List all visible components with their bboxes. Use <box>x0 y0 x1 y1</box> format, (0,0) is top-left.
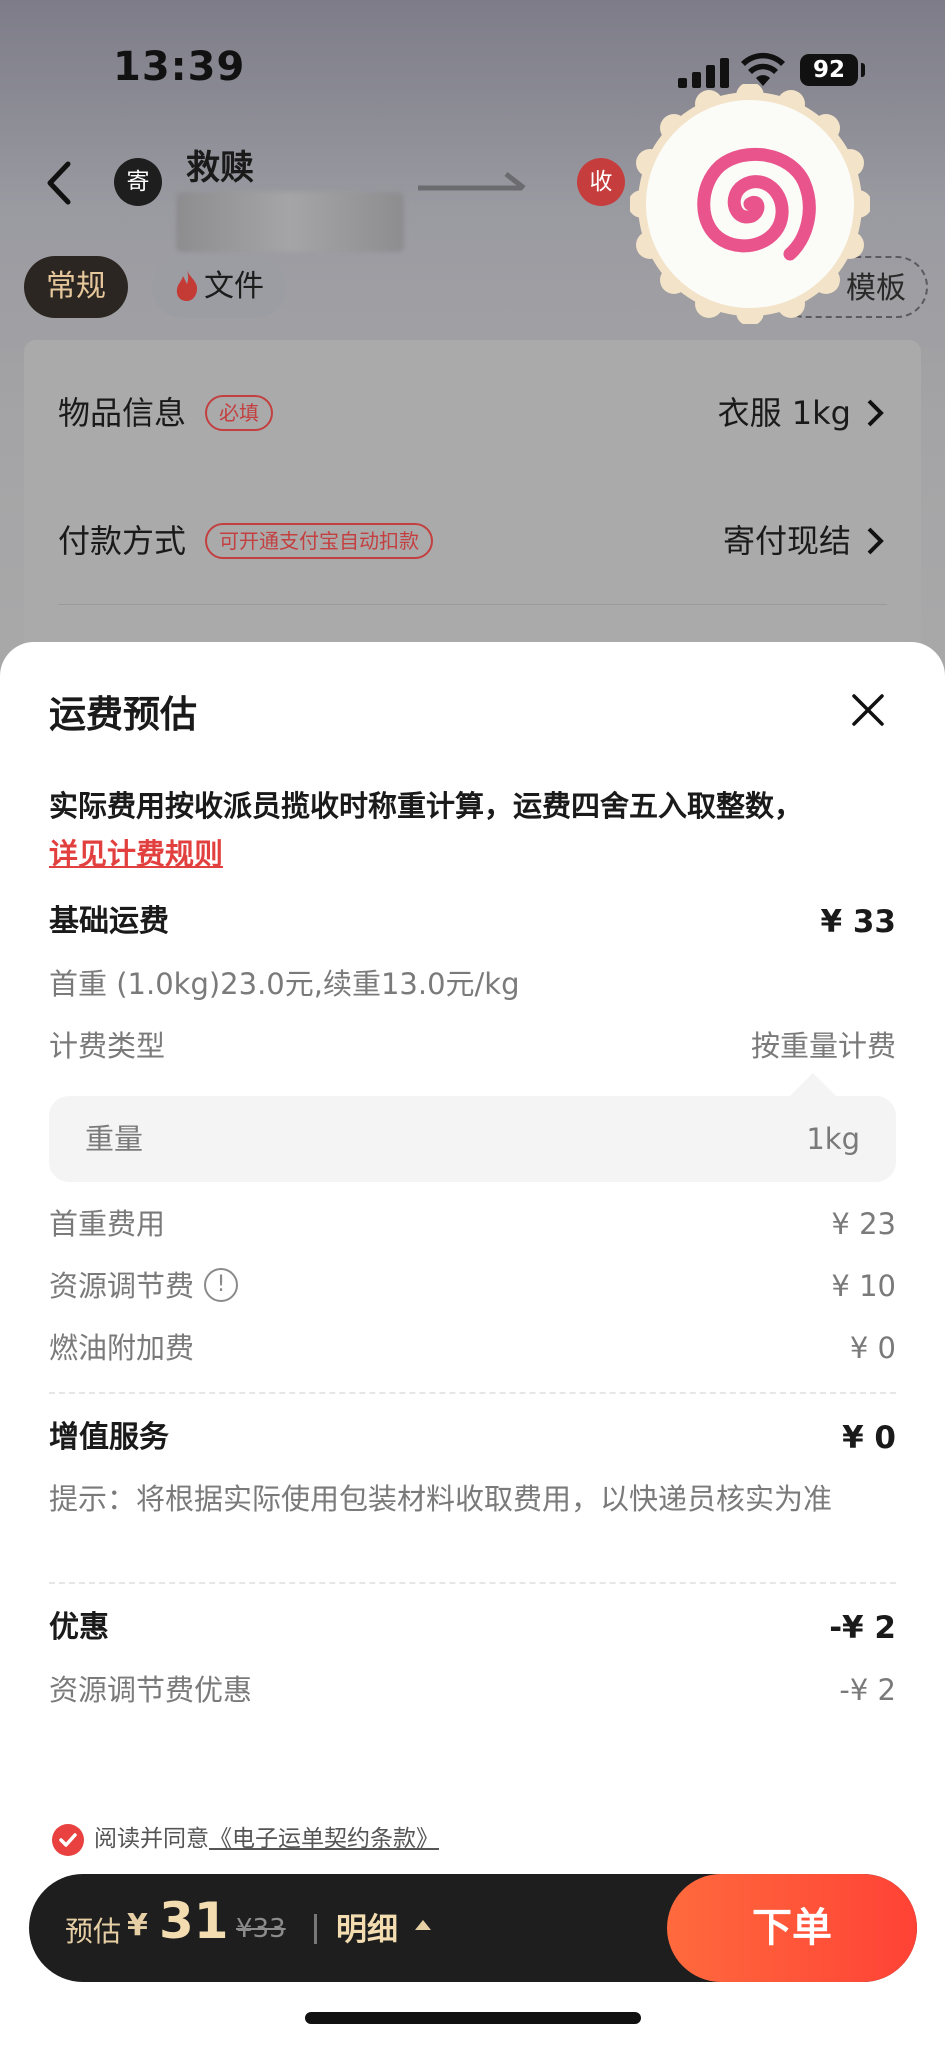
fire-icon <box>176 269 198 301</box>
sender-name[interactable]: 救赎 <box>186 140 254 189</box>
divider <box>58 604 887 605</box>
estimated-price: 31 <box>159 1892 229 1950</box>
fuel-surcharge-row: 燃油附加费 ¥ 0 <box>49 1326 896 1370</box>
resource-discount-value: -¥ 2 <box>839 1673 896 1707</box>
currency-symbol: ¥ <box>127 1908 148 1943</box>
info-icon[interactable]: ! <box>204 1268 239 1302</box>
battery-icon: 92 <box>800 54 858 86</box>
fee-formula: 首重 (1.0kg)23.0元,续重13.0元/kg <box>49 967 520 1001</box>
fee-formula-row: 首重 (1.0kg)23.0元,续重13.0元/kg <box>49 962 896 1006</box>
first-weight-fee-label: 首重费用 <box>49 1207 166 1241</box>
section-divider <box>49 1582 896 1584</box>
agreement-checkbox[interactable] <box>52 1824 84 1856</box>
weight-label: 重量 <box>85 1122 144 1156</box>
bar-divider <box>314 1914 317 1944</box>
tab-file[interactable]: 文件 <box>152 256 286 318</box>
bottom-action-bar: 预估 ¥ 31 ¥33 明细 下单 <box>29 1874 917 1982</box>
sender-badge: 寄 <box>114 158 162 206</box>
payment-method-label: 付款方式 <box>58 522 187 560</box>
place-order-button[interactable]: 下单 <box>667 1874 917 1982</box>
payment-method-row[interactable]: 付款方式 可开通支付宝自动扣款 寄付现结 <box>58 511 887 571</box>
value-added-amount: ¥ 0 <box>842 1420 896 1456</box>
section-divider <box>49 1392 896 1394</box>
first-weight-fee-value: ¥ 23 <box>831 1207 896 1241</box>
base-fee-amount: ¥ 33 <box>820 904 896 940</box>
payment-method-value: 寄付现结 <box>722 522 851 560</box>
estimate-label: 预估 <box>65 1915 122 1948</box>
billing-type-label: 计费类型 <box>49 1029 166 1063</box>
route-arrow-icon <box>418 172 526 191</box>
tab-regular[interactable]: 常规 <box>24 256 128 318</box>
chevron-right-icon <box>867 399 884 427</box>
alipay-autopay-pill: 可开通支付宝自动扣款 <box>205 523 433 559</box>
status-time: 13:39 <box>113 44 246 90</box>
first-weight-fee-row: 首重费用 ¥ 23 <box>49 1202 896 1246</box>
tab-file-label: 文件 <box>204 269 264 304</box>
agreement-text: 阅读并同意《电子运单契约条款》 <box>94 1822 439 1856</box>
billing-type-row: 计费类型 按重量计费 <box>49 1024 896 1068</box>
resource-adjust-fee-label: 资源调节费! <box>49 1264 239 1308</box>
item-info-row[interactable]: 物品信息 必填 衣服 1kg <box>58 383 887 443</box>
narutomaki-sticker-icon <box>630 84 870 324</box>
weight-value: 1kg <box>806 1122 860 1156</box>
base-fee-label: 基础运费 <box>49 904 169 939</box>
original-price: ¥33 <box>236 1914 286 1944</box>
agreement-prefix: 阅读并同意 <box>94 1826 209 1852</box>
resource-adjust-fee-value: ¥ 10 <box>831 1269 896 1303</box>
billing-type-value: 按重量计费 <box>750 1029 896 1063</box>
value-added-row: 增值服务 ¥ 0 <box>49 1416 896 1460</box>
resource-adjust-fee-row: 资源调节费! ¥ 10 <box>49 1264 896 1308</box>
caret-up-icon[interactable] <box>415 1920 431 1930</box>
close-icon[interactable] <box>846 688 890 732</box>
resource-discount-row: 资源调节费优惠 -¥ 2 <box>49 1668 896 1712</box>
required-pill: 必填 <box>205 395 273 431</box>
checkmark-icon <box>59 1833 77 1847</box>
item-info-label: 物品信息 <box>58 394 187 432</box>
background-page: 13:39 92 寄 救赎 收 常规 文件 模板 物品信息 必填 衣服 1kg … <box>0 0 945 720</box>
fee-notice-text: 实际费用按收派员揽收时称重计算，运费四舍五入取整数， <box>49 789 804 823</box>
billing-rules-link[interactable]: 详见计费规则 <box>49 837 223 871</box>
weight-box: 重量 1kg <box>49 1096 896 1182</box>
chevron-right-icon <box>867 527 884 555</box>
discount-label: 优惠 <box>49 1610 109 1645</box>
sender-address-redacted <box>176 192 404 252</box>
detail-button[interactable]: 明细 <box>336 1904 398 1949</box>
discount-row: 优惠 -¥ 2 <box>49 1606 896 1650</box>
waybill-terms-link[interactable]: 《电子运单契约条款》 <box>209 1826 439 1852</box>
home-indicator <box>305 2012 641 2024</box>
fuel-surcharge-value: ¥ 0 <box>849 1331 896 1365</box>
resource-discount-label: 资源调节费优惠 <box>49 1673 253 1707</box>
discount-amount: -¥ 2 <box>829 1610 896 1646</box>
weight-box-notch <box>789 1073 837 1097</box>
fee-notice: 实际费用按收派员揽收时称重计算，运费四舍五入取整数， 详见计费规则 <box>49 782 909 878</box>
base-fee-row: 基础运费 ¥ 33 <box>49 900 896 944</box>
back-arrow-icon[interactable] <box>40 158 80 208</box>
wifi-icon <box>741 52 785 86</box>
item-info-value: 衣服 1kg <box>717 394 851 432</box>
resource-adjust-fee-text: 资源调节费 <box>49 1269 195 1303</box>
receiver-badge: 收 <box>577 158 625 206</box>
packaging-tip: 提示：将根据实际使用包装材料收取费用，以快递员核实为准 <box>49 1482 833 1516</box>
sheet-title: 运费预估 <box>49 693 197 736</box>
battery-tip <box>861 63 865 77</box>
value-added-label: 增值服务 <box>49 1420 169 1455</box>
fuel-surcharge-label: 燃油附加费 <box>49 1331 195 1365</box>
